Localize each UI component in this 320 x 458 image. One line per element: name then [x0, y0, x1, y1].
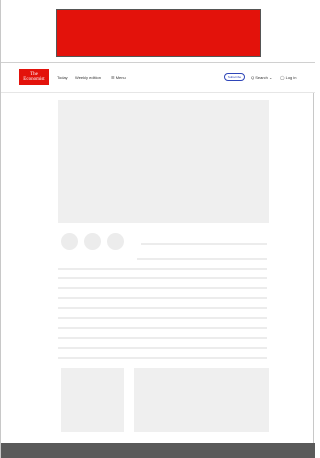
text-line-placeholder	[58, 337, 267, 339]
footer-bar	[1, 443, 315, 458]
text-line-placeholder	[58, 327, 267, 329]
text-line-placeholder	[58, 268, 267, 270]
share-icon-placeholder[interactable]	[84, 233, 101, 250]
share-icon-placeholder[interactable]	[107, 233, 124, 250]
teaser-image-placeholder	[61, 368, 124, 432]
menu-button[interactable]: ☰ Menu	[111, 75, 126, 80]
text-line-placeholder	[58, 297, 267, 299]
teaser-content-placeholder	[134, 368, 269, 432]
text-line-placeholder	[58, 307, 267, 309]
ad-banner[interactable]	[56, 9, 261, 57]
economist-logo[interactable]: The Economist	[19, 69, 49, 85]
text-line-placeholder	[58, 357, 267, 359]
browser-frame: The Economist Today Weekly edition ☰ Men…	[0, 0, 315, 458]
text-line-placeholder	[58, 347, 267, 349]
text-line-placeholder	[58, 287, 267, 289]
nav-item-today[interactable]: Today	[57, 75, 68, 80]
hero-image-placeholder	[58, 100, 269, 223]
metadata-line-placeholder	[141, 243, 267, 245]
nav-item-weekly-edition[interactable]: Weekly edition	[75, 75, 101, 80]
text-line-placeholder	[58, 277, 267, 279]
top-navigation-bar: The Economist Today Weekly edition ☰ Men…	[1, 63, 315, 93]
search-button[interactable]: Q Search ⌄	[251, 75, 272, 80]
metadata-line-placeholder	[137, 258, 267, 260]
text-line-placeholder	[58, 317, 267, 319]
subscribe-button[interactable]: Subscribe	[224, 73, 245, 81]
ad-banner-area	[1, 0, 315, 63]
share-icon-placeholder[interactable]	[61, 233, 78, 250]
login-button[interactable]: ◯ Log in	[280, 75, 297, 80]
